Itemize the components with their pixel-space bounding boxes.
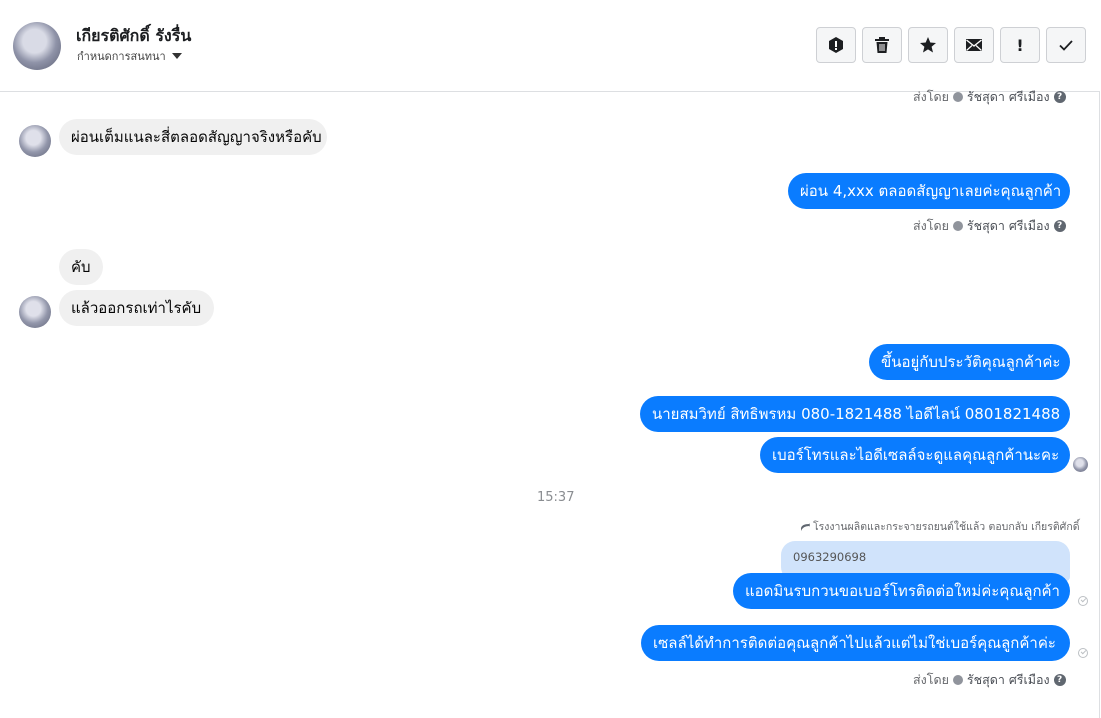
mark-unread-button[interactable] (954, 27, 994, 63)
report-button[interactable] (816, 27, 856, 63)
exclamation-icon: ! (1016, 35, 1024, 55)
outgoing-message[interactable]: แอดมินรบกวนขอเบอร์โทรติดต่อใหม่ค่ะคุณลูก… (733, 573, 1070, 609)
sent-check-icon (1078, 648, 1088, 658)
message-thread: ส่งโดย รัชสุดา ศรีเมือง ? ผ่อนเต็มแนละสี… (0, 89, 1100, 718)
sent-by-line: ส่งโดย รัชสุดา ศรีเมือง ? (913, 216, 1066, 236)
sender-avatar-icon (952, 675, 963, 685)
sent-by-label: ส่งโดย (913, 218, 949, 233)
sender-name[interactable]: รัชสุดา ศรีเมือง (967, 87, 1050, 107)
star-icon (920, 37, 936, 53)
conversation-settings-dropdown[interactable]: กำหนดการสนทนา (77, 47, 182, 65)
outgoing-message[interactable]: นายสมวิทย์ สิทธิพรหม 080-1821488 ไอดีไลน… (640, 396, 1070, 432)
conversation-header: เกียรติศักดิ์ รังรื่น กำหนดการสนทนา ! (0, 0, 1100, 92)
incoming-message[interactable]: คับ (59, 249, 103, 285)
help-icon[interactable]: ? (1053, 674, 1066, 686)
mark-important-button[interactable]: ! (1000, 27, 1040, 63)
mark-done-button[interactable] (1046, 27, 1086, 63)
time-divider: 15:37 (537, 490, 575, 505)
conversation-settings-label: กำหนดการสนทนา (77, 50, 166, 63)
outgoing-message[interactable]: เบอร์โทรและไอดีเซลล์จะดูแลคุณลูกค้านะคะ (760, 437, 1070, 473)
alert-icon (829, 37, 843, 53)
seen-avatar (1073, 457, 1088, 472)
mail-icon (966, 39, 982, 51)
help-icon[interactable]: ? (1053, 220, 1066, 232)
caret-down-icon (171, 53, 182, 59)
incoming-message[interactable]: ผ่อนเต็มแนละสี่ตลอดสัญญาจริงหรือคับ (59, 119, 327, 155)
sender-name[interactable]: รัชสุดา ศรีเมือง (967, 670, 1050, 690)
sent-by-line: ส่งโดย รัชสุดา ศรีเมือง ? (913, 670, 1066, 690)
sender-avatar-icon (952, 221, 963, 231)
contact-avatar-small[interactable] (19, 125, 51, 157)
outgoing-message[interactable]: ผ่อน 4,xxx ตลอดสัญญาเลยค่ะคุณลูกค้า (788, 173, 1070, 209)
reply-note-text: โรงงานผลิตและกระจายรถยนต์ใช้แล้ว ตอบกลับ… (813, 521, 1080, 533)
sender-name[interactable]: รัชสุดา ศรีเมือง (967, 216, 1050, 236)
sent-by-line: ส่งโดย รัชสุดา ศรีเมือง ? (913, 87, 1066, 107)
sent-check-icon (1078, 596, 1088, 606)
help-icon[interactable]: ? (1053, 91, 1066, 103)
contact-avatar-small[interactable] (19, 296, 51, 328)
sent-by-label: ส่งโดย (913, 672, 949, 687)
outgoing-message[interactable]: เซลล์ได้ทำการติดต่อคุณลูกค้าไปแล้วแต่ไม่… (641, 625, 1070, 661)
contact-avatar[interactable] (13, 22, 61, 70)
sent-by-label: ส่งโดย (913, 89, 949, 104)
reply-note: โรงงานผลิตและกระจายรถยนต์ใช้แล้ว ตอบกลับ… (801, 518, 1080, 535)
outgoing-message[interactable]: ขึ้นอยู่กับประวัติคุณลูกค้าค่ะ (869, 344, 1070, 380)
trash-icon (875, 37, 889, 53)
delete-button[interactable] (862, 27, 902, 63)
sender-avatar-icon (952, 92, 963, 102)
action-toolbar: ! (816, 27, 1086, 63)
incoming-message[interactable]: แล้วออกรถเท่าไรคับ (59, 290, 214, 326)
contact-name[interactable]: เกียรติศักดิ์ รังรื่น (76, 24, 191, 49)
reply-arrow-icon (801, 522, 810, 531)
star-button[interactable] (908, 27, 948, 63)
check-icon (1059, 40, 1073, 51)
